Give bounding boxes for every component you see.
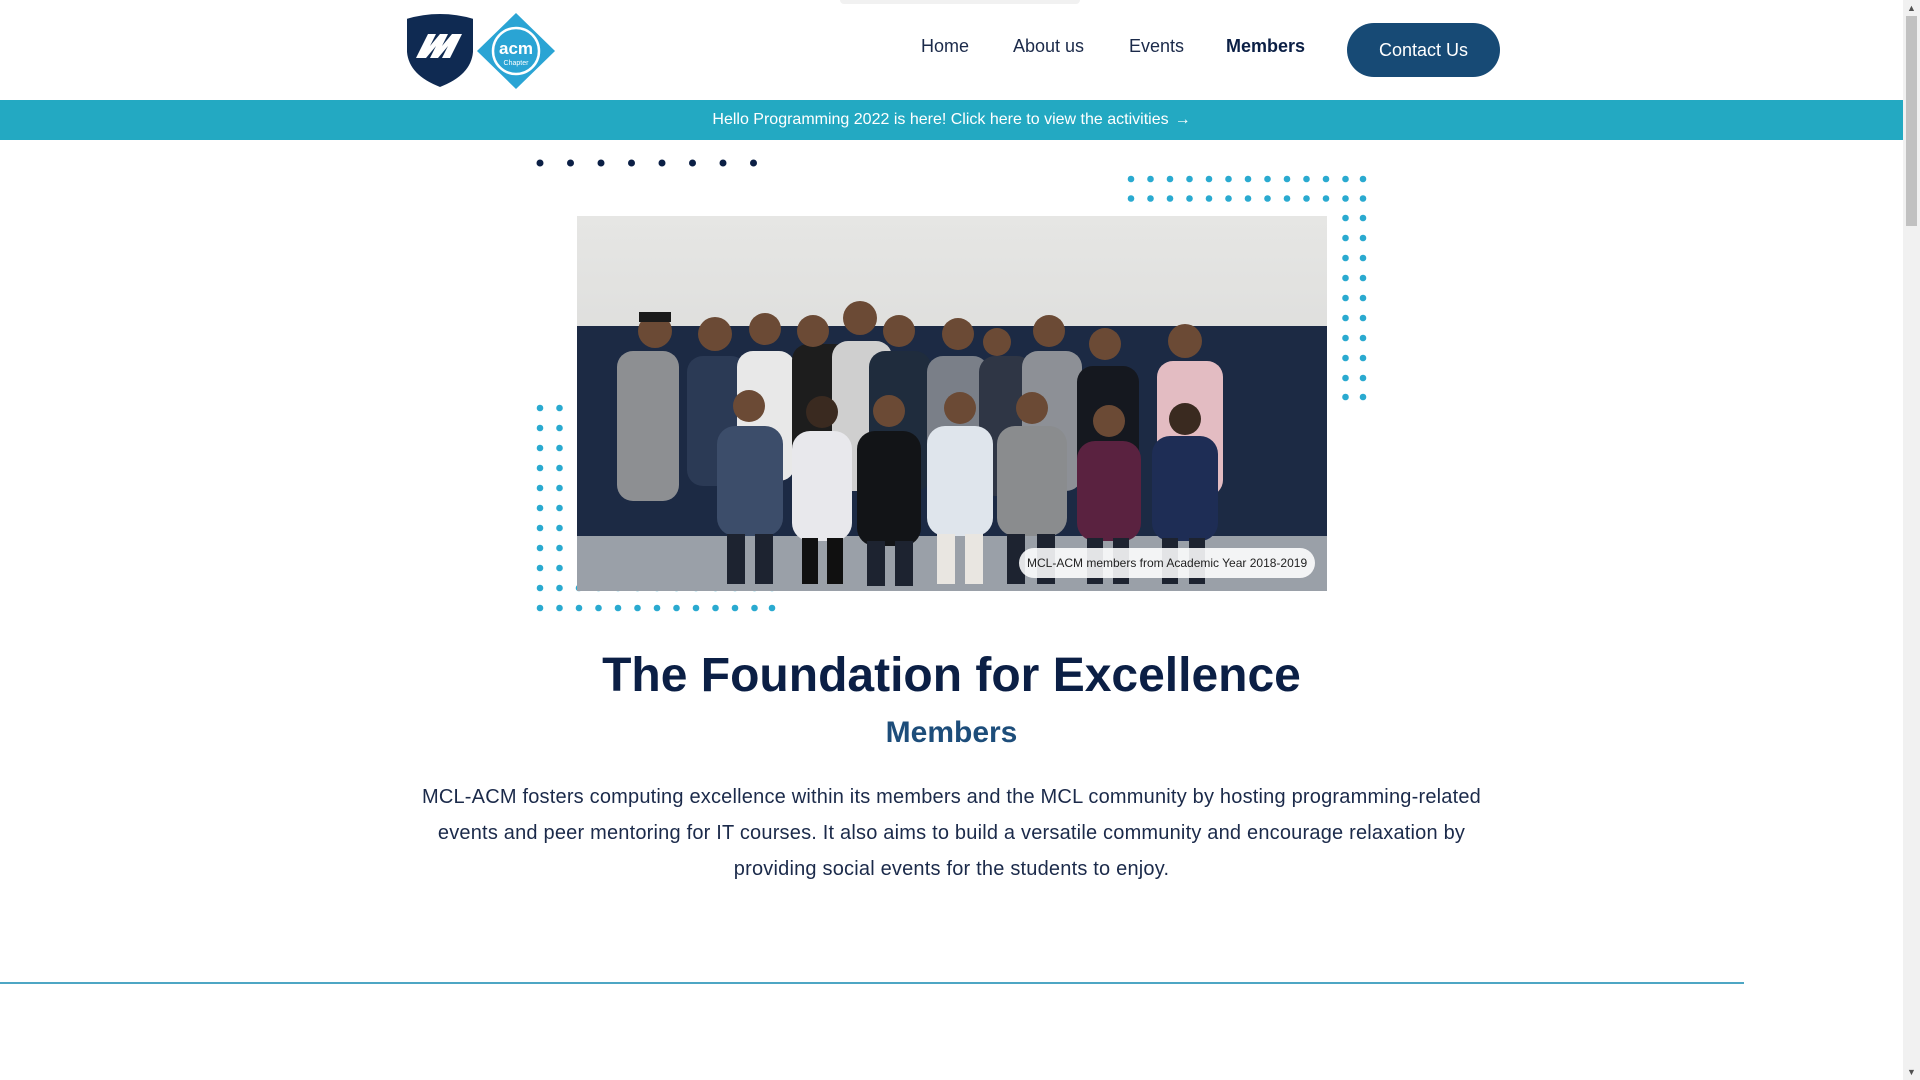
scroll-up-icon[interactable]: ▲ — [1905, 2, 1918, 15]
nav-home[interactable]: Home — [921, 36, 969, 57]
site-header: acm Chapter Home About us Events Members… — [0, 0, 1903, 100]
about-description: MCL-ACM fosters computing excellence wit… — [421, 786, 1482, 880]
contact-us-button[interactable]: Contact Us — [1347, 23, 1500, 77]
section-divider — [0, 982, 1744, 984]
acm-chapter-logo[interactable]: acm Chapter — [476, 12, 556, 90]
acm-logo-text: acm — [499, 39, 533, 58]
photo-caption: MCL-ACM members from Academic Year 2018-… — [1019, 548, 1316, 578]
scrollbar-thumb[interactable] — [1906, 16, 1917, 226]
nav-events[interactable]: Events — [1129, 36, 1184, 57]
announcement-banner[interactable]: Hello Programming 2022 is here! Click he… — [0, 100, 1903, 140]
banner-text: Hello Programming 2022 is here! Click he… — [712, 111, 1169, 128]
acm-logo-subtext: Chapter — [504, 60, 530, 67]
header-decoration — [840, 0, 1080, 4]
arrow-right-icon: → — [1174, 111, 1191, 128]
nav-about[interactable]: About us — [1013, 36, 1084, 57]
mcl-shield-logo-icon[interactable] — [404, 12, 476, 90]
page-subtitle: Members — [885, 716, 1018, 749]
page-title: The Foundation for Excellence — [602, 649, 1301, 702]
nav-members[interactable]: Members — [1226, 36, 1305, 57]
page: acm Chapter Home About us Events Members… — [0, 0, 1903, 1080]
members-group-photo: MCL-ACM members from Academic Year 2018-… — [577, 216, 1327, 591]
decorative-dots-dark — [536, 159, 757, 167]
scroll-down-icon[interactable]: ▼ — [1905, 1066, 1918, 1079]
